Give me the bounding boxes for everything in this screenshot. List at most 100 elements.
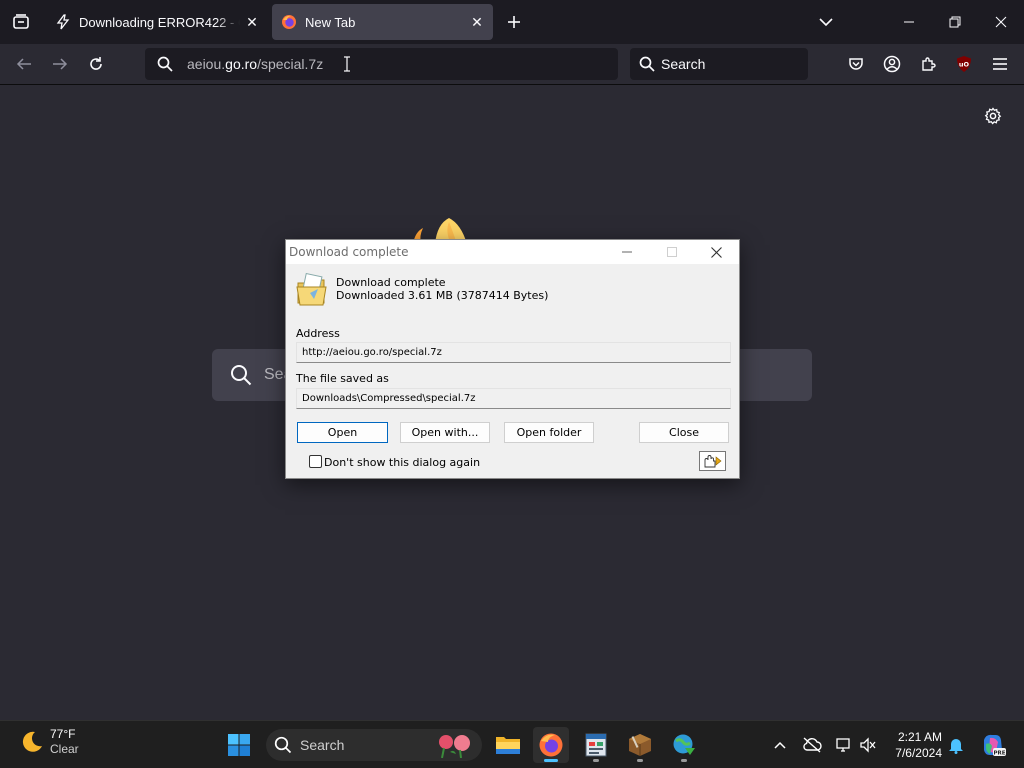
restore-icon	[949, 16, 961, 28]
document-app-icon	[585, 733, 607, 757]
clock[interactable]: 2:21 AM 7/6/2024	[880, 729, 942, 761]
account-icon	[883, 55, 901, 73]
customize-new-tab-button[interactable]	[980, 103, 1006, 129]
address-field[interactable]: http://aeiou.go.ro/special.7z	[296, 342, 731, 363]
close-icon	[711, 246, 722, 258]
speaker-muted-icon	[860, 737, 876, 753]
globe-download-icon	[673, 734, 695, 755]
copilot-button[interactable]: PRE	[980, 732, 1006, 758]
show-hidden-icons-button[interactable]	[768, 733, 792, 757]
dialog-close-button[interactable]	[694, 240, 739, 264]
reload-icon	[90, 57, 102, 70]
close-tab-icon[interactable]: ✕	[465, 10, 489, 34]
running-app-indicator	[637, 759, 643, 762]
firefox-taskbar-button[interactable]	[533, 727, 569, 763]
internet-download-manager-button[interactable]	[666, 727, 702, 763]
open-button[interactable]: Open	[297, 422, 388, 443]
dialog-download-size: Downloaded 3.61 MB (3787414 Bytes)	[336, 289, 549, 302]
clock-time: 2:21 AM	[897, 730, 942, 744]
network-tray-button[interactable]	[832, 733, 856, 757]
onedrive-tray-button[interactable]	[800, 733, 824, 757]
minimize-icon	[621, 251, 632, 253]
notepad-app-button[interactable]	[578, 727, 614, 763]
open-with-button[interactable]: Open with...	[400, 422, 490, 443]
roses-icon	[439, 735, 470, 758]
arrow-right-icon	[53, 58, 68, 70]
dont-show-again-label[interactable]: Don't show this dialog again	[324, 456, 480, 469]
running-app-indicator	[593, 759, 599, 762]
app-menu-button[interactable]	[984, 48, 1016, 80]
tab-list-dropdown-button[interactable]	[803, 0, 849, 44]
search-icon	[231, 365, 252, 386]
minimize-button[interactable]	[886, 0, 932, 44]
dialog-maximize-button	[649, 240, 694, 264]
hand-pointer-icon	[699, 451, 726, 471]
text-cursor-icon	[344, 56, 350, 72]
taskbar: 77°F Clear Search 2:21 AM 7/6/2024 PRE	[0, 720, 1024, 768]
close-window-button[interactable]	[978, 0, 1024, 44]
close-button[interactable]: Close	[639, 422, 729, 443]
search-bar[interactable]: Search	[630, 48, 808, 80]
gear-icon	[984, 107, 1002, 125]
tab-downloading[interactable]: Downloading ERROR422 - Gam ✕	[46, 4, 268, 40]
close-tab-icon[interactable]: ✕	[240, 10, 264, 34]
tab-strip: Downloading ERROR422 - Gam ✕ New Tab ✕	[0, 0, 1024, 44]
download-complete-dialog: Download complete Download complete Down…	[285, 239, 740, 479]
new-tab-button[interactable]	[500, 8, 528, 36]
windows-logo-icon	[228, 734, 250, 756]
arrow-left-icon	[16, 58, 31, 70]
svg-text:PRE: PRE	[993, 751, 1005, 757]
hamburger-menu-icon	[993, 58, 1007, 70]
dialog-title: Download complete	[289, 245, 409, 259]
winrar-app-button[interactable]	[622, 727, 658, 763]
tab-title: New Tab	[305, 14, 356, 30]
list-all-tabs-button[interactable]	[0, 0, 42, 44]
archive-box-icon	[629, 734, 651, 756]
weather-widget[interactable]: 77°F Clear	[18, 727, 79, 757]
pocket-button[interactable]	[840, 48, 872, 80]
chevron-up-icon	[774, 741, 786, 749]
dialog-heading: Download complete	[336, 276, 446, 289]
dialog-minimize-button[interactable]	[604, 240, 649, 264]
moon-icon	[22, 731, 42, 752]
weather-temperature: 77°F	[50, 727, 76, 741]
maximize-icon	[666, 247, 677, 257]
active-app-indicator	[544, 759, 558, 762]
ublock-shield-icon: uO	[957, 56, 971, 72]
start-button[interactable]	[221, 727, 257, 763]
taskbar-search-placeholder: Search	[300, 737, 345, 753]
dont-show-again-checkbox[interactable]	[309, 455, 322, 468]
firefox-icon	[539, 733, 563, 757]
clock-date: 7/6/2024	[895, 746, 942, 760]
chevron-down-icon	[819, 18, 833, 27]
back-button[interactable]	[8, 48, 40, 80]
reload-button[interactable]	[80, 48, 112, 80]
ublock-button[interactable]: uO	[948, 48, 980, 80]
lightning-icon	[55, 14, 71, 30]
network-icon	[836, 738, 850, 752]
tab-new-tab[interactable]: New Tab ✕	[272, 4, 493, 40]
file-explorer-button[interactable]	[490, 727, 526, 763]
url-bar[interactable]: aeiou.go.ro/special.7z	[145, 48, 618, 80]
forward-button[interactable]	[44, 48, 76, 80]
dialog-title-bar[interactable]: Download complete	[286, 240, 739, 264]
open-folder-button[interactable]: Open folder	[504, 422, 594, 443]
volume-tray-button[interactable]	[856, 733, 880, 757]
tab-title: Downloading ERROR422 - Gam	[79, 14, 240, 30]
navigation-toolbar: aeiou.go.ro/special.7z Search uO	[0, 44, 1024, 85]
url-text[interactable]: aeiou.go.ro/special.7z	[187, 56, 323, 72]
tab-manager-icon	[13, 14, 29, 29]
account-button[interactable]	[876, 48, 908, 80]
notifications-button[interactable]	[944, 733, 968, 757]
restore-button[interactable]	[932, 0, 978, 44]
extensions-button[interactable]	[912, 48, 944, 80]
folder-icon	[496, 737, 520, 754]
saved-as-label: The file saved as	[296, 372, 389, 385]
plus-icon	[508, 16, 520, 28]
saved-path-field[interactable]: Downloads\Compressed\special.7z	[296, 388, 731, 409]
cloud-offline-icon	[803, 737, 822, 753]
copilot-icon: PRE	[984, 734, 1006, 757]
running-app-indicator	[681, 759, 687, 762]
minimize-icon	[904, 21, 914, 23]
taskbar-search-box[interactable]: Search	[266, 729, 482, 761]
